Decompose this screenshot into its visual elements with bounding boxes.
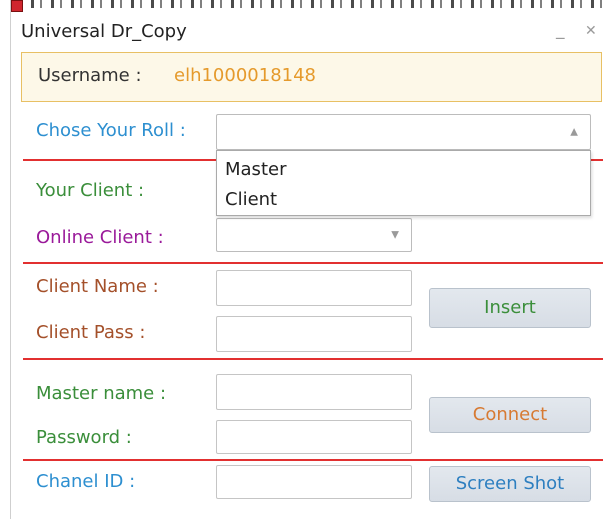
chanel-id-label: Chanel ID : [36, 471, 136, 492]
master-name-input[interactable] [216, 374, 412, 410]
username-label: Username : [38, 65, 142, 86]
separator-3 [23, 358, 603, 360]
your-client-label: Your Client : [36, 180, 145, 201]
master-name-label: Master name : [36, 383, 167, 404]
client-pass-label: Client Pass : [36, 322, 146, 343]
chanel-id-input[interactable] [216, 465, 412, 499]
username-panel: Username : elh1000018148 [21, 52, 602, 102]
separator-4 [23, 459, 603, 461]
window-title: Universal Dr_Copy [21, 21, 187, 42]
minimize-icon[interactable]: _ [556, 20, 565, 40]
main-window: Universal Dr_Copy _ ✕ Username : elh1000… [10, 0, 608, 519]
roll-option-client[interactable]: Client [225, 189, 277, 210]
username-value: elh1000018148 [174, 65, 317, 86]
client-pass-input[interactable] [216, 316, 412, 352]
roll-option-master[interactable]: Master [225, 159, 286, 180]
connect-button[interactable]: Connect [429, 397, 591, 433]
online-client-select[interactable]: ▼ [216, 218, 412, 252]
chevron-down-icon: ▼ [391, 229, 399, 241]
chevron-up-icon: ▲ [570, 126, 578, 138]
online-client-label: Online Client : [36, 227, 164, 248]
roll-dropdown-list: Master Client [216, 150, 591, 216]
separator-2 [23, 262, 603, 264]
insert-button[interactable]: Insert [429, 288, 591, 328]
client-name-input[interactable] [216, 270, 412, 306]
title-bar[interactable]: Universal Dr_Copy _ ✕ [11, 8, 608, 52]
top-decoration [11, 0, 608, 8]
close-icon[interactable]: ✕ [585, 23, 597, 39]
roll-label: Chose Your Roll : [36, 120, 186, 141]
password-label: Password : [36, 427, 132, 448]
roll-select[interactable]: ▲ [216, 114, 591, 150]
password-input[interactable] [216, 420, 412, 454]
screenshot-button[interactable]: Screen Shot [429, 466, 591, 502]
client-name-label: Client Name : [36, 276, 159, 297]
